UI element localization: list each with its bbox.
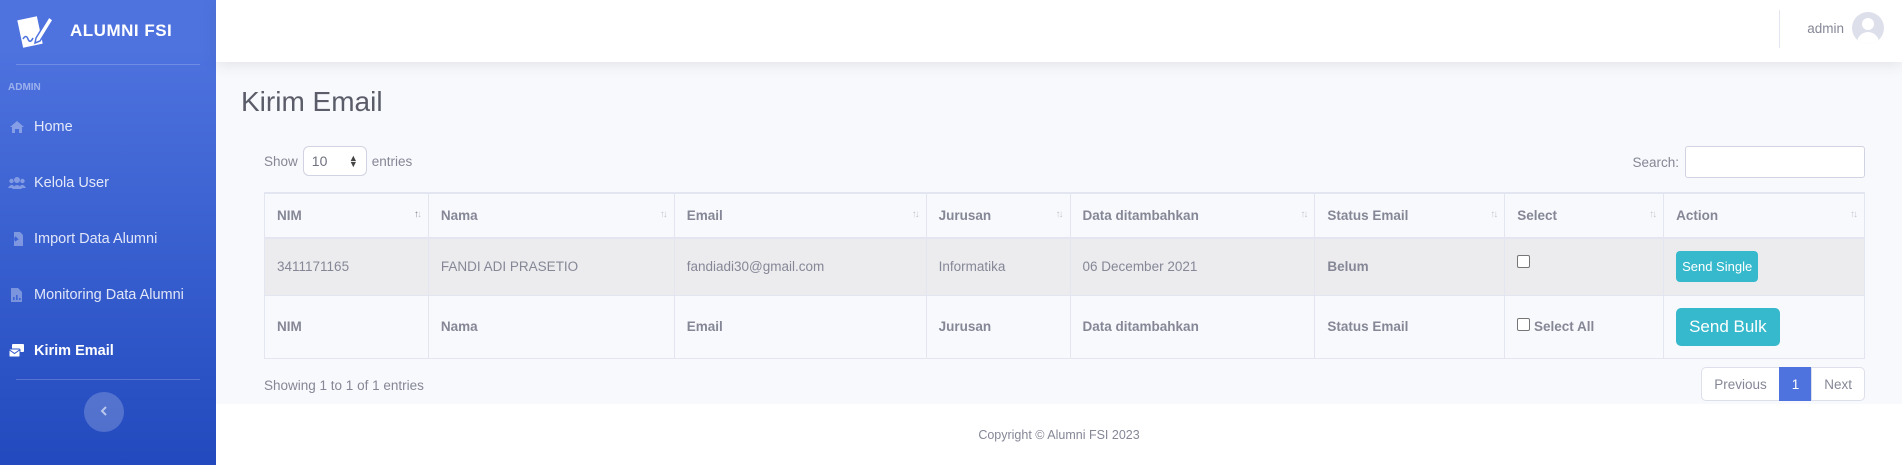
brand[interactable]: ALUMNI FSI [0,0,216,62]
column-header-nim[interactable]: NIM ↑↓ [264,192,429,239]
column-header-jurusan[interactable]: Jurusan ↑↓ [925,192,1071,239]
entries-label: entries [371,153,413,169]
sidebar-item-kelola-user[interactable]: Kelola User [0,155,216,211]
table-footer-row: NIM Nama Email Jurusan Data ditambahkan … [264,294,1865,359]
file-import-icon [8,231,26,247]
search-label: Search: [1632,154,1679,170]
sidebar-heading: ADMIN [8,82,41,93]
sidebar: ALUMNI FSI ADMIN Home Kelola User Import… [0,0,216,465]
column-header-data-ditambahkan[interactable]: Data ditambahkan ↑↓ [1069,192,1316,239]
sort-icon: ↑↓ [1300,209,1308,220]
brand-name: ALUMNI FSI [70,21,173,40]
pagination-next[interactable]: Next [1811,367,1865,401]
sort-icon: ↑↓ [1649,209,1657,220]
cell-select [1504,237,1665,296]
file-chart-icon [8,287,26,303]
footer-action: Send Bulk [1663,294,1865,359]
cell-action: Send Single [1663,237,1865,296]
sidebar-item-label: Home [34,119,73,135]
sidebar-item-import-data-alumni[interactable]: Import Data Alumni [0,211,216,267]
sidebar-toggle-button[interactable] [84,392,124,432]
entries-select[interactable]: 10 ▲ ▼ [302,146,367,176]
mail-bulk-icon [8,343,26,359]
footer: Copyright © Alumni FSI 2023 [216,404,1902,465]
row-select-checkbox[interactable] [1517,255,1531,269]
sort-icon: ↑↓ [1850,209,1858,220]
users-icon [8,175,26,191]
cell-email: fandiadi30@gmail.com [673,237,927,296]
table-row: 3411171165 FANDI ADI PRASETIO fandiadi30… [264,237,1865,296]
sidebar-item-kirim-email[interactable]: Kirim Email [0,323,216,379]
sidebar-item-monitoring-data-alumni[interactable]: Monitoring Data Alumni [0,267,216,323]
sort-icon: ↑↓ [1490,209,1498,220]
cell-nim: 3411171165 [264,237,429,296]
footer-status: Status Email [1314,294,1506,359]
topbar-divider [1779,10,1780,48]
footer-select: Select All [1504,294,1665,359]
avatar [1852,12,1884,44]
copyright: Copyright © Alumni FSI 2023 [978,427,1140,442]
send-bulk-button[interactable]: Send Bulk [1676,307,1780,346]
topbar: admin [216,0,1902,62]
footer-jurusan: Jurusan [925,294,1071,359]
cell-status: Belum [1314,237,1506,296]
email-table: NIM ↑↓ Nama ↑↓ Email ↑↓ Jurusan ↑↓ Data dita… [264,192,1865,359]
table-info: Showing 1 to 1 of 1 entries [264,378,424,393]
footer-nama: Nama [427,294,675,359]
sidebar-item-label: Kirim Email [34,343,114,359]
select-all-checkbox[interactable] [1517,317,1531,331]
pen-paper-icon [16,12,54,50]
cell-nama: FANDI ADI PRASETIO [427,237,675,296]
cell-jurusan: Informatika [925,237,1071,296]
column-header-status-email[interactable]: Status Email ↑↓ [1314,192,1506,239]
sidebar-nav: Home Kelola User Import Data Alumni Moni… [0,99,216,379]
column-header-nama[interactable]: Nama ↑↓ [427,192,675,239]
search-input[interactable] [1685,146,1865,178]
pagination: Previous 1 Next [1701,367,1865,401]
table-header-row: NIM ↑↓ Nama ↑↓ Email ↑↓ Jurusan ↑↓ Data dita… [264,192,1865,239]
sort-icon: ↑↓ [911,209,920,220]
sidebar-item-label: Monitoring Data Alumni [34,287,184,303]
pagination-previous[interactable]: Previous [1701,367,1780,401]
home-icon [8,119,26,135]
cell-ditambahkan: 06 December 2021 [1069,237,1316,296]
send-single-button[interactable]: Send Single [1676,251,1759,283]
search-control: Search: [1632,146,1865,178]
footer-email: Email [673,294,927,359]
sort-icon: ↑↓ [1055,209,1064,220]
select-arrows-icon: ▲ ▼ [348,153,358,169]
sidebar-item-label: Kelola User [34,175,109,191]
show-label: Show [264,153,298,169]
sidebar-divider [16,379,200,380]
select-all-label[interactable]: Select All [1534,319,1594,334]
footer-nim: NIM [264,294,429,359]
entries-length-control: Show 10 ▲ ▼ entries [264,146,412,176]
sort-asc-icon: ↑↓ [413,209,422,220]
chevron-left-icon [99,405,109,420]
pagination-page-1[interactable]: 1 [1778,367,1813,401]
username: admin [1807,20,1844,36]
sidebar-item-label: Import Data Alumni [34,231,158,247]
page-title: Kirim Email [241,86,383,117]
entries-value: 10 [311,153,328,169]
sidebar-item-home[interactable]: Home [0,99,216,155]
column-header-action[interactable]: Action ↑↓ [1663,192,1865,239]
sort-icon: ↑↓ [659,209,668,220]
column-header-email[interactable]: Email ↑↓ [673,192,927,239]
user-menu[interactable]: admin [1807,12,1884,44]
column-header-select[interactable]: Select ↑↓ [1504,192,1665,239]
footer-ditambahkan: Data ditambahkan [1069,294,1316,359]
